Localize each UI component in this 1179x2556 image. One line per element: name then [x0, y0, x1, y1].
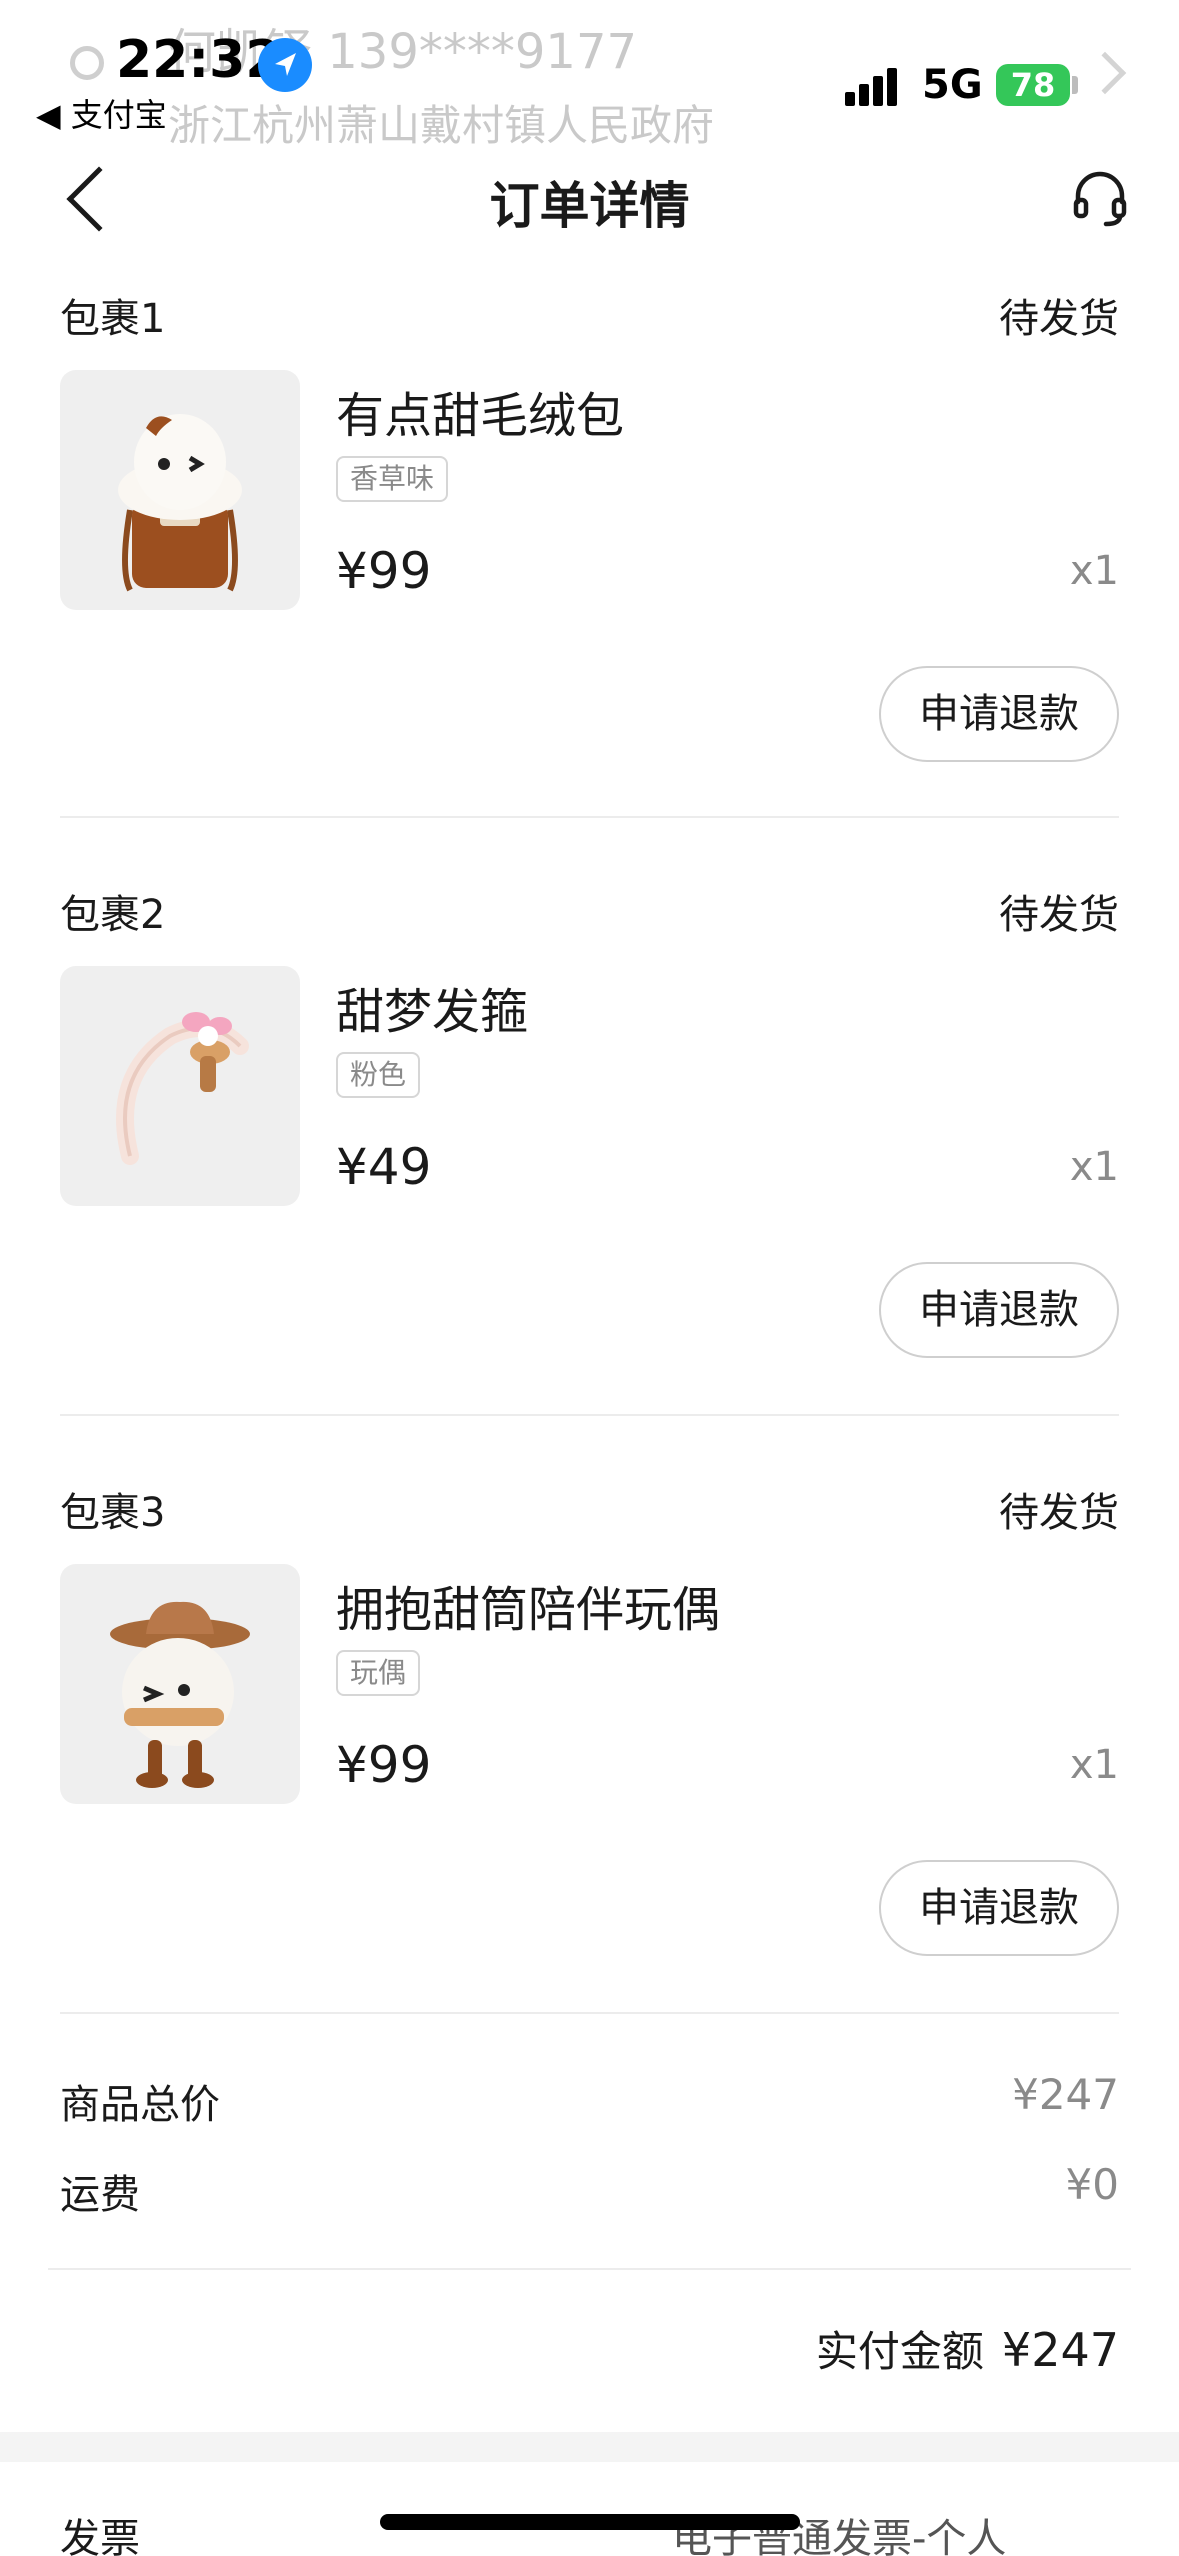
refund-button[interactable]: 申请退款: [879, 1262, 1119, 1358]
package-status: 待发货: [999, 1490, 1119, 1536]
product-price: ¥49: [336, 1138, 432, 1196]
package-card: 包裹1 待发货 有点甜毛绒包 香草味 ¥99 x1 申请退款: [0, 266, 1179, 864]
product-image[interactable]: [60, 1564, 300, 1804]
product-variant-tag: 玩偶: [336, 1650, 421, 1696]
battery-cap: [1072, 76, 1078, 94]
divider: [60, 1414, 1119, 1416]
refund-button[interactable]: 申请退款: [879, 666, 1119, 762]
product-variant-tag: 香草味: [336, 456, 449, 502]
home-indicator[interactable]: [380, 2514, 800, 2530]
package-name: 包裹3: [60, 1490, 166, 1536]
paid-amount-row: 实付金额 ¥247: [816, 2318, 1119, 2379]
paid-amount-value: ¥247: [1001, 2323, 1119, 2377]
battery-icon: 78: [996, 64, 1070, 106]
product-title[interactable]: 拥抱甜筒陪伴玩偶: [336, 1570, 720, 1640]
signal-icon: [845, 66, 905, 106]
paid-amount-label: 实付金额: [815, 2327, 984, 2376]
divider: [60, 2012, 1119, 2014]
invoice-label: 发票: [60, 2516, 140, 2556]
package-name: 包裹2: [60, 892, 166, 938]
product-quantity: x1: [1069, 1144, 1119, 1190]
product-image[interactable]: [60, 370, 300, 610]
network-type: 5G: [922, 62, 983, 108]
product-price: ¥99: [336, 1736, 432, 1794]
shipping-label: 运费: [60, 2172, 140, 2218]
refund-button[interactable]: 申请退款: [879, 1860, 1119, 1956]
package-card: 包裹3 待发货 拥抱甜筒陪伴玩偶 玩偶 ¥99 x1 申请退款: [0, 1460, 1179, 2058]
product-title[interactable]: 甜梦发箍: [336, 972, 528, 1042]
product-image[interactable]: [60, 966, 300, 1206]
location-pin-icon: [70, 46, 104, 80]
divider: [48, 2268, 1131, 2270]
package-name: 包裹1: [60, 296, 166, 342]
chevron-right-icon: [1083, 51, 1127, 95]
product-title[interactable]: 有点甜毛绒包: [336, 376, 624, 446]
product-quantity: x1: [1069, 548, 1119, 594]
goods-total-value: ¥247: [1012, 2070, 1119, 2119]
location-arrow-icon: [258, 38, 312, 92]
status-time: 22:32: [116, 30, 282, 90]
section-separator: [0, 2432, 1179, 2462]
product-variant-tag: 粉色: [336, 1052, 421, 1098]
divider: [60, 816, 1119, 818]
page-title: 订单详情: [489, 177, 690, 235]
package-card: 包裹2 待发货 甜梦发箍 粉色 ¥49 x1 申请退款: [0, 862, 1179, 1460]
goods-total-label: 商品总价: [60, 2082, 220, 2128]
recipient-address: 浙江杭州萧山戴村镇人民政府: [168, 101, 715, 150]
package-status: 待发货: [999, 892, 1119, 938]
product-price: ¥99: [336, 542, 432, 600]
back-to-app-link[interactable]: ◀ 支付宝: [36, 90, 167, 136]
battery-level: 78: [1010, 66, 1056, 104]
product-quantity: x1: [1069, 1742, 1119, 1788]
headset-icon[interactable]: [1070, 168, 1130, 228]
shipping-value: ¥0: [1065, 2160, 1119, 2209]
package-status: 待发货: [999, 296, 1119, 342]
